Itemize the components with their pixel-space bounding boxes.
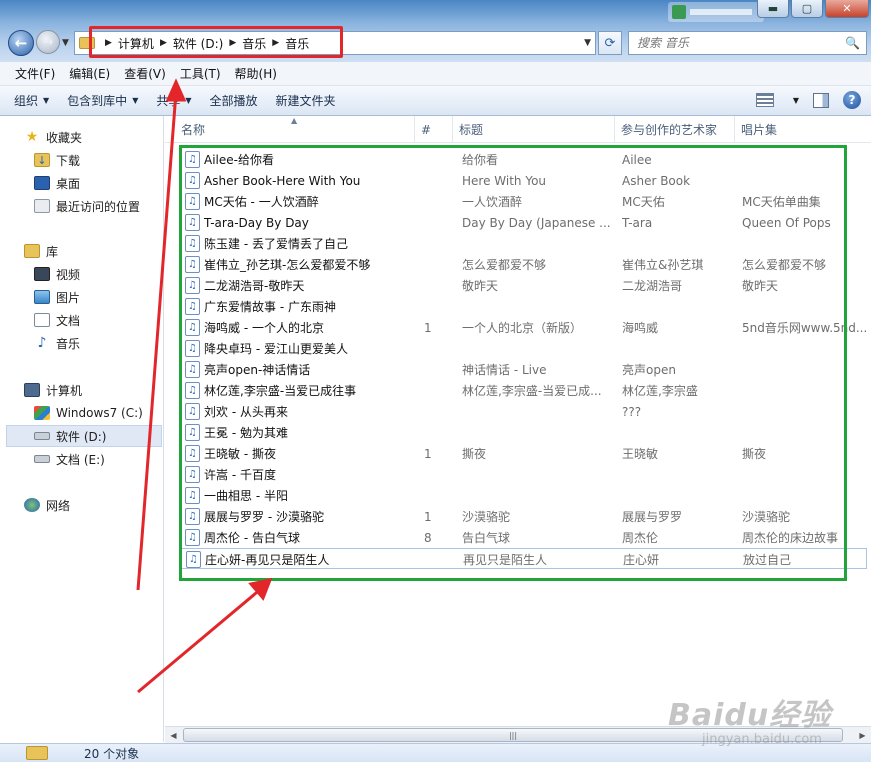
menu-edit[interactable]: 编辑(E): [62, 65, 117, 82]
play-all-button[interactable]: 全部播放: [210, 92, 258, 109]
menu-bar: 文件(F) 编辑(E) 查看(V) 工具(T) 帮助(H): [0, 62, 871, 86]
nav-drive-e-label: 文档 (E:): [56, 452, 105, 467]
search-icon[interactable]: 🔍: [845, 36, 860, 50]
file-list-highlight-box: [179, 145, 847, 581]
drive-icon: [34, 432, 50, 440]
include-in-library-button[interactable]: 包含到库中 ▼: [67, 92, 138, 109]
star-icon: ★: [25, 129, 39, 145]
minimize-button[interactable]: ▬: [757, 0, 789, 18]
taskbar-thumbnail: [668, 2, 764, 22]
navigation-pane: ★ 收藏夹 ↓ 下载 桌面 最近访问的位置 库 视频 图片 文档 ♪ 音乐 计算机 W…: [0, 116, 164, 742]
column-name[interactable]: 名称: [175, 116, 415, 143]
nav-recent[interactable]: 最近访问的位置: [34, 195, 140, 217]
arrow-right-icon: →: [42, 34, 54, 50]
nav-computer[interactable]: 计算机: [24, 379, 82, 401]
nav-pictures[interactable]: 图片: [34, 286, 80, 308]
nav-music-label: 音乐: [56, 336, 81, 351]
organize-label: 组织: [14, 94, 39, 108]
share-label: 共享: [156, 94, 181, 108]
nav-drive-d-label: 软件 (D:): [56, 429, 107, 444]
recent-pages-dropdown[interactable]: ▼: [62, 38, 69, 48]
watermark-url: jingyan.baidu.com: [702, 732, 822, 747]
forward-button[interactable]: →: [36, 30, 60, 54]
nav-computer-label: 计算机: [46, 383, 83, 398]
menu-tools[interactable]: 工具(T): [173, 65, 228, 82]
nav-network-label: 网络: [46, 498, 71, 513]
nav-drive-c[interactable]: Windows7 (C:): [34, 402, 143, 424]
document-icon: [34, 313, 50, 327]
window-controls: ▬ ▢ ✕: [757, 0, 869, 18]
new-folder-button[interactable]: 新建文件夹: [276, 92, 336, 109]
download-folder-icon: ↓: [34, 153, 50, 167]
nav-music[interactable]: ♪ 音乐: [34, 332, 80, 354]
column-headers: ▲ 名称 # 标题 参与创作的艺术家 唱片集: [165, 116, 871, 143]
address-highlight-box: [89, 26, 343, 58]
command-bar: 组织 ▼ 包含到库中 ▼ 共享 ▼ 全部播放 新建文件夹 ▼ ?: [0, 86, 871, 116]
nav-desktop-label: 桌面: [56, 176, 81, 191]
nav-favorites-label: 收藏夹: [46, 130, 83, 145]
nav-pictures-label: 图片: [56, 290, 81, 305]
column-album[interactable]: 唱片集: [735, 116, 871, 143]
nav-favorites[interactable]: ★ 收藏夹: [24, 126, 82, 148]
nav-downloads-label: 下载: [56, 153, 81, 168]
include-library-label: 包含到库中: [67, 94, 128, 108]
caret-down-icon: ▼: [43, 96, 50, 105]
windows-drive-icon: [34, 406, 50, 420]
view-dropdown-icon[interactable]: ▼: [793, 96, 799, 105]
scroll-right-icon[interactable]: ▶: [854, 727, 871, 743]
nav-videos-label: 视频: [56, 267, 81, 282]
column-number[interactable]: #: [415, 116, 453, 143]
change-view-icon[interactable]: [755, 93, 774, 107]
watermark: Baidu经验 jingyan.baidu.com: [668, 690, 831, 747]
column-artist[interactable]: 参与创作的艺术家: [615, 116, 735, 143]
scroll-left-icon[interactable]: ◀: [165, 727, 182, 743]
nav-libraries[interactable]: 库: [24, 240, 58, 262]
nav-desktop[interactable]: 桌面: [34, 172, 80, 194]
maximize-button[interactable]: ▢: [791, 0, 823, 18]
desktop-icon: [34, 176, 50, 190]
chevron-down-icon[interactable]: ▼: [584, 38, 591, 48]
nav-downloads[interactable]: ↓ 下载: [34, 149, 80, 171]
nav-network[interactable]: 网络: [24, 494, 70, 516]
library-icon: [24, 244, 40, 258]
back-button[interactable]: ←: [8, 30, 34, 56]
menu-view[interactable]: 查看(V): [117, 65, 173, 82]
music-note-icon: ♪: [37, 335, 47, 351]
nav-drive-c-label: Windows7 (C:): [56, 406, 143, 420]
caret-down-icon: ▼: [185, 96, 192, 105]
network-icon: [24, 498, 40, 512]
caret-down-icon: ▼: [132, 96, 139, 105]
organize-button[interactable]: 组织 ▼: [14, 92, 49, 109]
item-count: 20 个对象: [84, 746, 140, 761]
refresh-button[interactable]: ⟳: [598, 31, 622, 55]
close-button[interactable]: ✕: [825, 0, 869, 18]
picture-icon: [34, 290, 50, 304]
toolbar-right: ▼ ?: [755, 91, 861, 109]
watermark-logo: Baidu经验: [668, 698, 832, 733]
menu-file[interactable]: 文件(F): [8, 65, 62, 82]
nav-recent-label: 最近访问的位置: [56, 199, 141, 214]
drive-icon: [34, 455, 50, 463]
help-icon[interactable]: ?: [843, 91, 861, 109]
video-icon: [34, 267, 50, 281]
refresh-icon: ⟳: [604, 35, 616, 51]
nav-documents-label: 文档: [56, 313, 81, 328]
preview-pane-icon[interactable]: [813, 92, 829, 108]
arrow-left-icon: ←: [14, 34, 28, 52]
folder-icon: [26, 746, 48, 760]
nav-drive-e[interactable]: 文档 (E:): [34, 448, 105, 470]
nav-libraries-label: 库: [46, 244, 59, 259]
computer-icon: [24, 383, 40, 397]
share-button[interactable]: 共享 ▼: [156, 92, 191, 109]
nav-drive-d[interactable]: 软件 (D:): [6, 425, 162, 447]
search-box[interactable]: 🔍: [628, 31, 867, 55]
menu-help[interactable]: 帮助(H): [228, 65, 284, 82]
nav-documents[interactable]: 文档: [34, 309, 80, 331]
recent-places-icon: [34, 199, 50, 213]
search-input[interactable]: [637, 36, 837, 50]
column-title[interactable]: 标题: [453, 116, 615, 143]
nav-videos[interactable]: 视频: [34, 263, 80, 285]
